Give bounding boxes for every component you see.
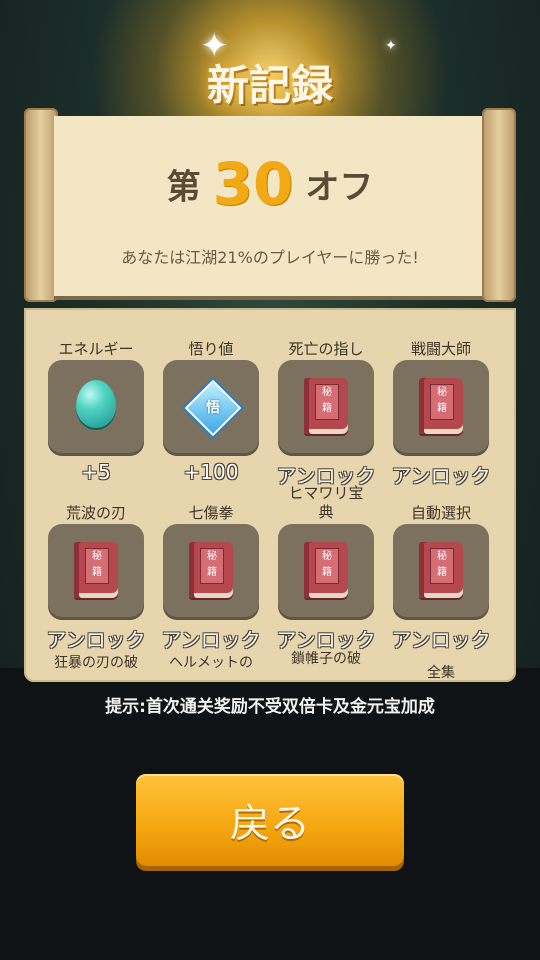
reward-name-partial: 鎖帷子の破 bbox=[291, 651, 361, 667]
rank-number: 30 bbox=[212, 150, 294, 218]
reward-item-enlightenment[interactable]: 悟り値 悟 +100 bbox=[155, 340, 267, 484]
rank-suffix: オフ bbox=[305, 167, 374, 208]
reward-item-skill[interactable]: ヒマワリ宝典 秘籍 アンロック bbox=[270, 484, 382, 653]
back-button[interactable]: 戻る bbox=[136, 774, 404, 866]
rank-prefix: 第 bbox=[166, 167, 201, 208]
reward-value: アンロック bbox=[276, 628, 376, 652]
reward-value: +5 bbox=[81, 460, 111, 484]
reward-name: 死亡の指し bbox=[288, 340, 364, 358]
reward-value: アンロック bbox=[46, 628, 146, 652]
reward-name: 戦闘大師 bbox=[410, 340, 471, 358]
reward-item-skill[interactable]: 死亡の指し 秘籍 アンロック bbox=[270, 340, 382, 489]
reward-slot: 悟 bbox=[163, 360, 259, 456]
reward-item-skill[interactable]: 自動選択 秘籍 アンロック bbox=[385, 504, 497, 653]
reward-value: アンロック bbox=[391, 628, 491, 652]
reward-slot bbox=[48, 360, 144, 456]
hint-text: 提示:首次通关奖励不受双倍卡及金元宝加成 bbox=[105, 697, 435, 717]
secret-book-icon: 秘籍 bbox=[419, 378, 463, 434]
reward-name: 荒波の刃 bbox=[65, 504, 126, 522]
reward-slot: 秘籍 bbox=[393, 524, 489, 620]
reward-item-skill[interactable]: 戦闘大師 秘籍 アンロック bbox=[385, 340, 497, 489]
reward-slot: 秘籍 bbox=[48, 524, 144, 620]
reward-item-skill[interactable]: 荒波の刃 秘籍 アンロック bbox=[40, 504, 152, 653]
reward-slot: 秘籍 bbox=[393, 360, 489, 456]
reward-item-skill[interactable]: 七傷拳 秘籍 アンロック bbox=[155, 504, 267, 653]
reward-name: 自動選択 bbox=[410, 504, 471, 522]
reward-name: 悟り値 bbox=[188, 340, 234, 358]
reward-slot: 秘籍 bbox=[278, 360, 374, 456]
reward-value: +100 bbox=[183, 460, 239, 484]
reward-name: ヒマワリ宝典 bbox=[288, 484, 364, 521]
reward-panel: エネルギー +5 悟り値 悟 +100 死亡の指し 秘籍 アンロック 戦闘大師 … bbox=[24, 308, 516, 682]
beat-percentage-text: あなたは江湖21%のプレイヤーに勝った! bbox=[121, 248, 419, 267]
page-title: 新記録 bbox=[206, 61, 333, 110]
reward-name-partial: 全集 bbox=[427, 665, 455, 681]
reward-name: 七傷拳 bbox=[188, 504, 234, 522]
reward-slot: 秘籍 bbox=[278, 524, 374, 620]
reward-name-partial: ヘルメットの bbox=[169, 655, 253, 671]
secret-book-icon: 秘籍 bbox=[189, 542, 233, 598]
secret-book-icon: 秘籍 bbox=[74, 542, 118, 598]
reward-name: エネルギー bbox=[58, 340, 134, 358]
enlightenment-badge-icon: 悟 bbox=[184, 379, 242, 437]
secret-book-icon: 秘籍 bbox=[419, 542, 463, 598]
reward-value: アンロック bbox=[391, 464, 491, 488]
rank-display: 第 30 オフ bbox=[0, 150, 540, 218]
reward-name-partial: 狂暴の刃の破 bbox=[54, 655, 138, 671]
secret-book-icon: 秘籍 bbox=[304, 378, 348, 434]
secret-book-icon: 秘籍 bbox=[304, 542, 348, 598]
reward-item-energy[interactable]: エネルギー +5 bbox=[40, 340, 152, 484]
reward-slot: 秘籍 bbox=[163, 524, 259, 620]
energy-gem-icon bbox=[76, 380, 116, 428]
reward-value: アンロック bbox=[161, 628, 261, 652]
